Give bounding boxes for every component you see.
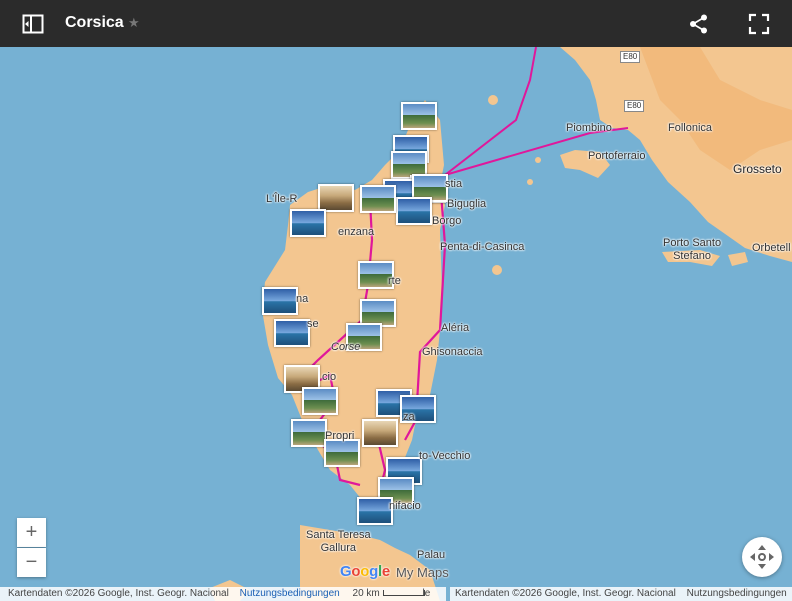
place-santa-teresa: Santa Teresa Gallura xyxy=(306,529,371,554)
photo-marker[interactable] xyxy=(291,419,327,447)
terms-link-right[interactable]: Nutzungsbedingungen xyxy=(679,588,787,599)
place-fragment-za: za xyxy=(403,411,415,423)
share-icon[interactable] xyxy=(688,13,710,35)
zoom-in-button[interactable]: + xyxy=(17,518,46,547)
google-logo: Google xyxy=(340,563,390,580)
map-header: Corsica ★ xyxy=(0,0,792,47)
photo-marker[interactable] xyxy=(324,439,360,467)
footer-right: Kartendaten ©2026 Google, Inst. Geogr. N… xyxy=(450,587,792,601)
photo-marker[interactable] xyxy=(401,102,437,130)
scale-bar xyxy=(383,590,425,596)
place-porto-santo-stefano: Porto Santo Stefano xyxy=(663,237,722,262)
zoom-out-button[interactable]: − xyxy=(17,548,46,577)
place-biguglia: Biguglia xyxy=(447,198,487,210)
place-grosseto: Grosseto xyxy=(733,162,782,176)
place-palau: Palau xyxy=(417,549,446,561)
place-orbetello: Orbetell xyxy=(752,242,791,254)
place-ajaccio: cio xyxy=(322,371,337,383)
map-title: Corsica xyxy=(65,14,124,31)
place-fragment-na: na xyxy=(296,293,309,305)
place-ghisonaccia: Ghisonaccia xyxy=(422,346,483,358)
my-maps-brand: My Maps xyxy=(396,565,449,580)
photo-marker[interactable] xyxy=(396,197,432,225)
photo-marker[interactable] xyxy=(360,185,396,213)
photo-marker[interactable] xyxy=(274,319,310,347)
photo-marker[interactable] xyxy=(357,497,393,525)
photo-marker[interactable] xyxy=(290,209,326,237)
road-shield-e80: E80 xyxy=(624,100,645,112)
scale-label: 20 km xyxy=(352,588,380,599)
place-borgo: Borgo xyxy=(432,215,462,227)
place-corte: rte xyxy=(388,275,401,287)
sidebar-toggle-icon[interactable] xyxy=(22,13,44,35)
place-piombino: Piombino xyxy=(566,122,612,134)
star-icon[interactable]: ★ xyxy=(128,15,140,31)
place-follonica: Follonica xyxy=(668,122,713,134)
place-penta: Penta-di-Casinca xyxy=(440,241,525,253)
place-lenzana: enzana xyxy=(338,226,375,238)
place-fragment-se: se xyxy=(307,318,319,330)
region-corse: Corse xyxy=(331,341,361,353)
photo-marker[interactable] xyxy=(362,419,398,447)
location-crosshair-icon xyxy=(750,545,774,569)
place-aleria: Aléria xyxy=(441,322,470,334)
map-canvas[interactable]: E80 E80 Piombino Follonica Portoferraio … xyxy=(0,47,792,601)
map-attribution-right: Kartendaten ©2026 Google, Inst. Geogr. N… xyxy=(455,588,676,599)
place-porto-vecchio: to-Vecchio xyxy=(419,450,471,462)
photo-marker[interactable] xyxy=(262,287,298,315)
photo-marker[interactable] xyxy=(318,184,354,212)
place-propriano: Propri xyxy=(325,430,355,442)
footer-left: Kartendaten ©2026 Google, Inst. Geogr. N… xyxy=(0,587,446,601)
map-attribution: Kartendaten ©2026 Google, Inst. Geogr. N… xyxy=(8,588,229,599)
road-shield-e80: E80 xyxy=(620,51,641,63)
fullscreen-icon[interactable] xyxy=(748,13,770,35)
terms-link[interactable]: Nutzungsbedingungen xyxy=(232,588,340,599)
place-portoferraio: Portoferraio xyxy=(588,150,646,162)
place-bonifacio: nifacio xyxy=(389,500,421,512)
photo-marker[interactable] xyxy=(302,387,338,415)
recenter-button[interactable] xyxy=(742,537,782,577)
place-ile-rousse: L'Île-R xyxy=(266,193,298,205)
place-bastia: stia xyxy=(445,178,463,190)
